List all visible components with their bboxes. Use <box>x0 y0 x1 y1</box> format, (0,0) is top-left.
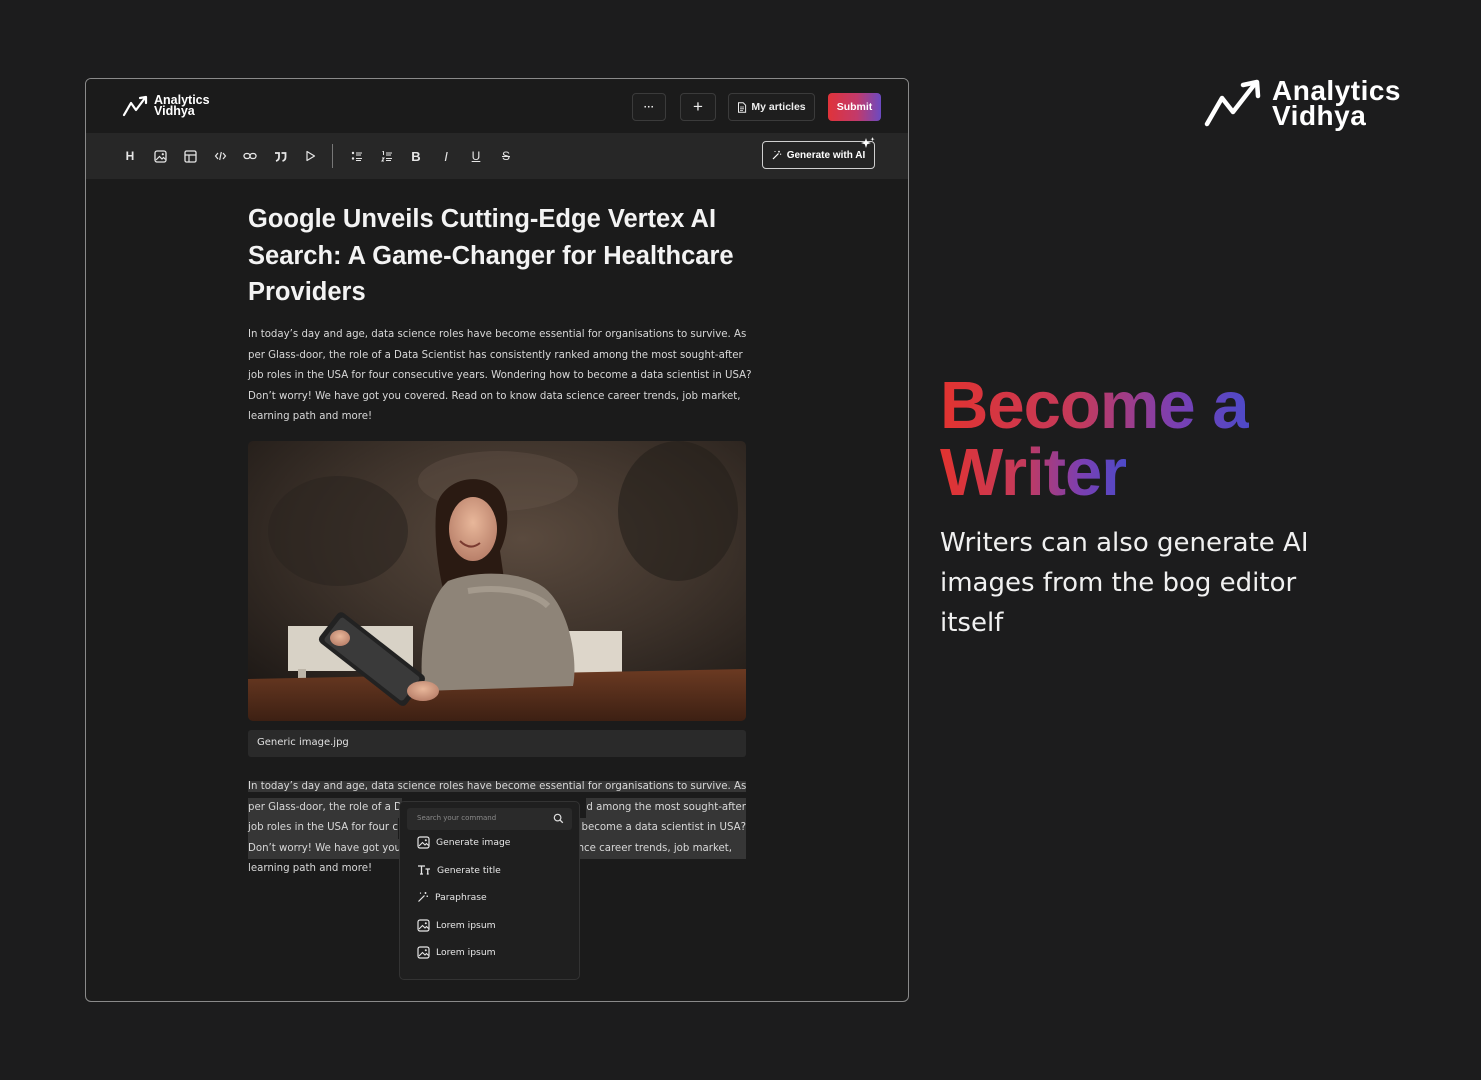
promo-headline: Become a Writer <box>940 372 1250 506</box>
promo-subline: Writers can also generate AI images from… <box>940 528 1309 638</box>
play-icon[interactable] <box>301 147 319 165</box>
strike-glyph: S <box>501 149 510 163</box>
promo-brand-name: Analytics Vidhya <box>1272 77 1401 131</box>
italic-glyph: I <box>444 148 448 164</box>
paragraph-line: d among the most sought-after <box>586 797 746 819</box>
command-item-generate-title[interactable]: Generate title <box>417 864 501 876</box>
magic-wand-icon <box>418 892 428 902</box>
brand-name: Analytics Vidhya <box>154 94 210 118</box>
command-item-lorem-ipsum-2[interactable]: Lorem ipsum <box>417 946 496 959</box>
strikethrough-icon[interactable]: S <box>497 147 515 165</box>
formatting-toolbar: H B I U S Generate with AI <box>86 133 908 179</box>
trend-arrow-icon <box>122 95 148 117</box>
heading-glyph: H <box>125 149 135 163</box>
bulleted-list-icon[interactable] <box>348 147 366 165</box>
submit-label: Submit <box>836 101 873 113</box>
paragraph-line: nce career trends, job market, <box>577 838 746 860</box>
bold-glyph: B <box>411 148 421 164</box>
my-articles-label: My articles <box>751 101 806 113</box>
command-search-placeholder: Search your command <box>417 814 497 822</box>
command-item-label: Lorem ipsum <box>436 920 496 931</box>
document-icon <box>738 101 747 113</box>
image-icon[interactable] <box>151 147 169 165</box>
command-item-label: Generate image <box>436 837 511 848</box>
command-item-label: Paraphrase <box>435 891 487 903</box>
promo-brand-logo: Analytics Vidhya <box>1204 77 1401 131</box>
paragraph-line: Don’t worry! We have got you <box>248 838 401 860</box>
more-icon: ··· <box>643 101 655 113</box>
paragraph-line: In today’s day and age, data science rol… <box>248 781 747 792</box>
promo-brand-line-2: Vidhya <box>1272 100 1367 131</box>
plus-icon: + <box>693 97 703 116</box>
command-item-label: Generate title <box>437 864 501 876</box>
article-title[interactable]: Google Unveils Cutting-Edge Vertex AI Se… <box>248 201 748 311</box>
command-item-generate-image[interactable]: Generate image <box>417 836 510 849</box>
toolbar-divider <box>332 144 333 168</box>
article-image[interactable] <box>248 441 746 721</box>
link-icon[interactable] <box>241 147 259 165</box>
brand-line-2: Vidhya <box>154 104 195 118</box>
underline-icon[interactable]: U <box>467 147 485 165</box>
code-icon[interactable] <box>211 147 229 165</box>
heading-icon[interactable]: H <box>121 147 139 165</box>
paragraph-line: job roles in the USA for four c <box>248 818 398 839</box>
image-icon <box>417 919 430 932</box>
more-options-button[interactable]: ··· <box>632 93 666 121</box>
editor-topbar: Analytics Vidhya ··· + My articles Submi… <box>86 79 908 133</box>
promo-headline-line-2: Writer <box>940 435 1127 510</box>
image-caption-field[interactable]: Generic image.jpg <box>248 730 746 757</box>
photo-woman-with-tablet <box>248 441 746 721</box>
italic-icon[interactable]: I <box>437 147 455 165</box>
trend-arrow-icon <box>1204 79 1261 127</box>
numbered-list-icon[interactable] <box>378 147 396 165</box>
paragraph-line: learning path and more! <box>248 863 373 875</box>
table-icon[interactable] <box>181 147 199 165</box>
underline-glyph: U <box>471 149 481 163</box>
quote-icon[interactable] <box>271 147 289 165</box>
search-icon[interactable] <box>553 813 564 824</box>
image-icon <box>417 836 430 849</box>
add-button[interactable]: + <box>680 93 716 121</box>
command-search-input[interactable]: Search your command <box>407 808 572 830</box>
magic-wand-icon <box>772 150 781 160</box>
sparkle-icon <box>861 137 875 148</box>
paragraph-line: per Glass-door, the role of a D <box>248 797 402 819</box>
image-caption-text: Generic image.jpg <box>257 737 349 748</box>
command-item-paraphrase[interactable]: Paraphrase <box>417 891 487 903</box>
brand-logo[interactable]: Analytics Vidhya <box>122 94 210 118</box>
command-item-lorem-ipsum-1[interactable]: Lorem ipsum <box>417 919 496 932</box>
text-title-icon <box>418 865 430 875</box>
paragraph-line: o become a data scientist in USA? <box>572 818 746 839</box>
article-paragraph[interactable]: In today’s day and age, data science rol… <box>248 325 758 428</box>
promo-headline-line-1: Become a <box>940 368 1250 443</box>
generate-with-ai-label: Generate with AI <box>786 149 866 161</box>
my-articles-button[interactable]: My articles <box>728 93 815 121</box>
command-item-label: Lorem ipsum <box>436 947 496 958</box>
editor-window: Analytics Vidhya ··· + My articles Submi… <box>85 78 909 1002</box>
submit-button[interactable]: Submit <box>828 93 881 121</box>
command-popup: Search your command Generate image Gener… <box>399 801 580 980</box>
bold-icon[interactable]: B <box>407 147 425 165</box>
generate-with-ai-button[interactable]: Generate with AI <box>762 137 875 169</box>
image-icon <box>417 946 430 959</box>
